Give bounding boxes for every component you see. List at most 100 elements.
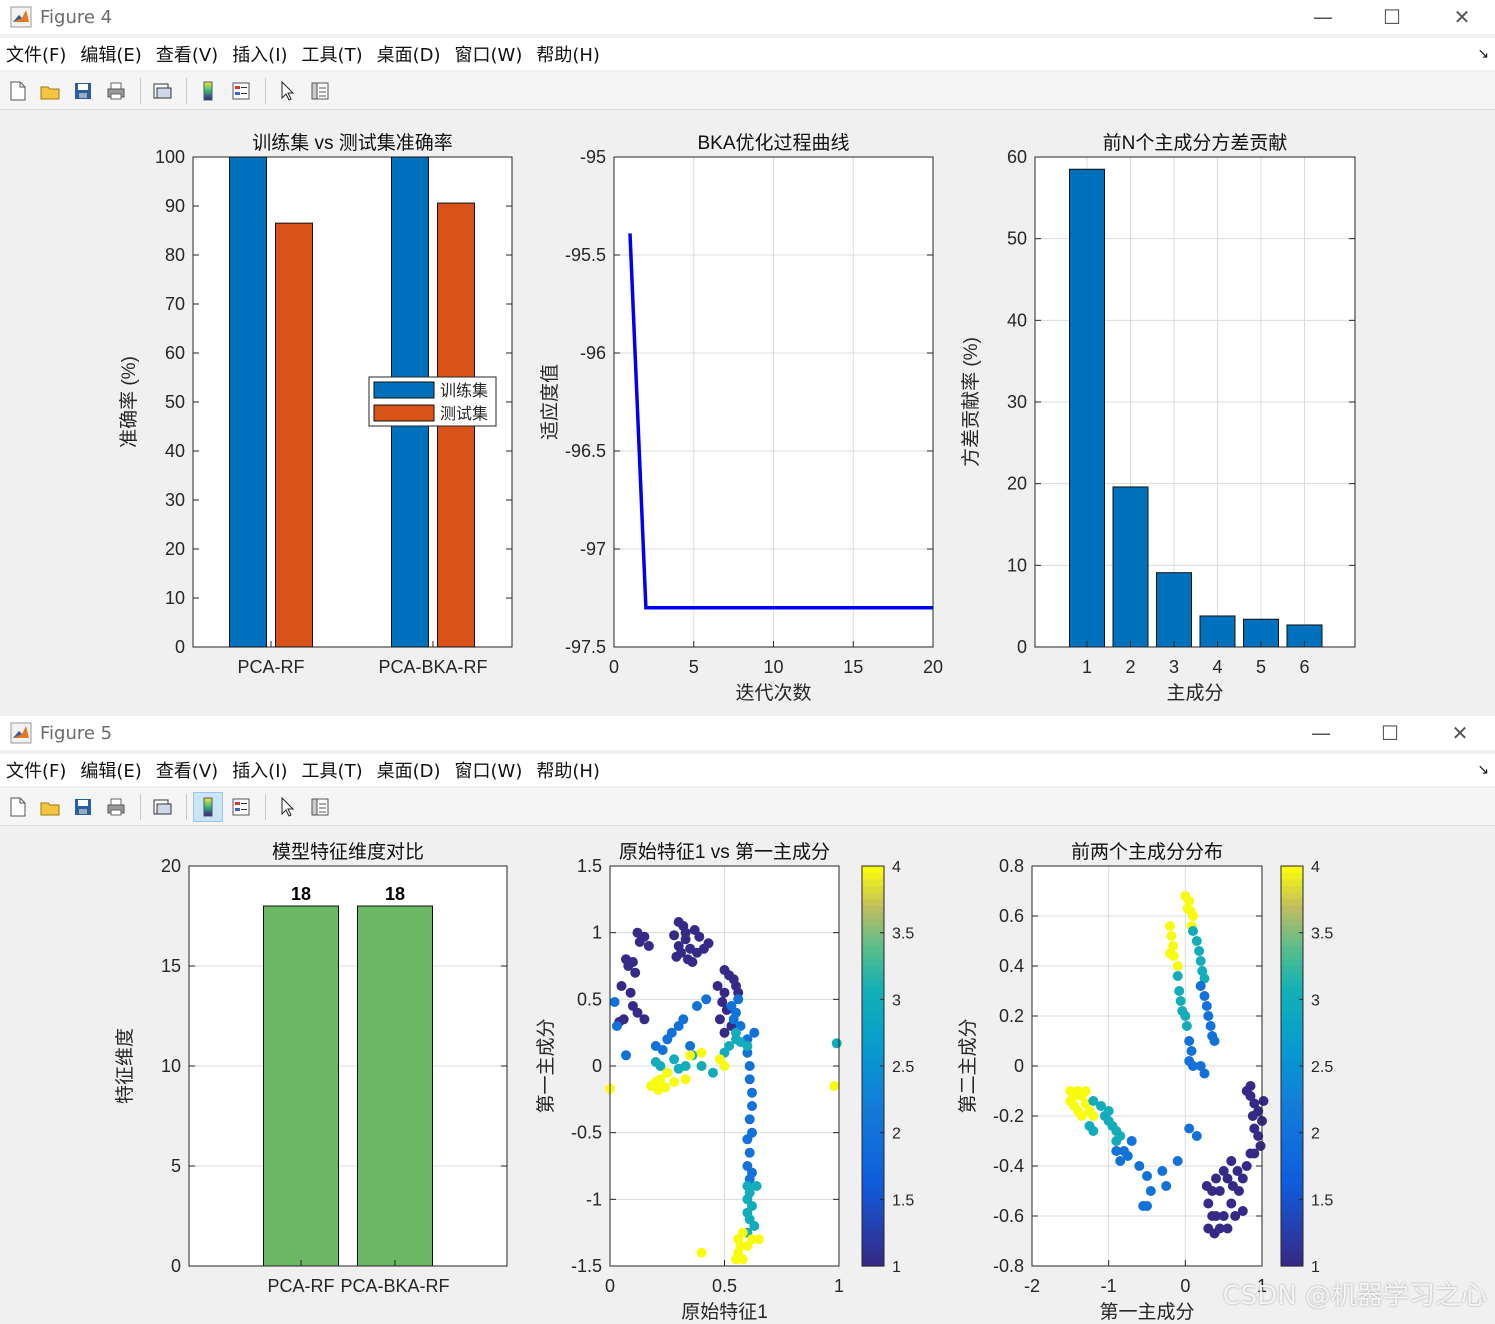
colorbar-tick-label: 1.5: [892, 1192, 914, 1209]
bar: [263, 905, 339, 1267]
new-file-button[interactable]: [2, 792, 32, 822]
menu-help[interactable]: 帮助(H): [530, 757, 608, 783]
property-inspector-button[interactable]: [305, 76, 335, 106]
scatter-point: [1199, 1068, 1210, 1079]
y-tick-label: 0.6: [999, 906, 1024, 926]
menu-file[interactable]: 文件(F): [0, 757, 74, 783]
menu-view[interactable]: 查看(V): [150, 757, 226, 783]
scatter-point: [1126, 1136, 1137, 1146]
y-axis-label: 第二主成分: [957, 1018, 979, 1113]
bar: [1156, 572, 1192, 648]
menu-tools[interactable]: 工具(T): [296, 41, 371, 67]
x-tick-label: 20: [923, 657, 943, 677]
scatter-point: [1201, 1181, 1212, 1191]
scatter-point: [1088, 1126, 1099, 1136]
minimize-button[interactable]: —: [1291, 0, 1355, 34]
close-button[interactable]: ✕: [1430, 0, 1494, 34]
data-label: 18: [385, 884, 405, 904]
minimize-button[interactable]: —: [1289, 716, 1353, 750]
scatter-point: [1080, 1086, 1091, 1096]
colorbar-segment: [862, 1099, 884, 1107]
menu-help[interactable]: 帮助(H): [530, 41, 608, 67]
colorbar-segment: [1281, 999, 1303, 1007]
y-axis-label: 特征维度: [114, 1028, 136, 1104]
colorbar-segment: [1281, 892, 1303, 900]
scatter-point: [737, 1227, 748, 1238]
colorbar-segment: [862, 1106, 884, 1114]
scatter-point: [678, 1014, 689, 1025]
colorbar-segment: [862, 1232, 884, 1240]
save-button[interactable]: [68, 792, 98, 822]
dock-arrow-icon[interactable]: ↘: [1477, 762, 1489, 778]
open-folder-button[interactable]: [35, 76, 65, 106]
maximize-button[interactable]: ☐: [1360, 0, 1424, 34]
title-bar[interactable]: Figure 5 — ☐ ✕: [0, 716, 1495, 750]
maximize-button[interactable]: ☐: [1358, 716, 1422, 750]
menu-window[interactable]: 窗口(W): [449, 757, 531, 783]
menu-desktop[interactable]: 桌面(D): [371, 757, 449, 783]
scatter-point: [621, 1050, 631, 1061]
y-tick-label: 0.2: [999, 1006, 1024, 1026]
property-inspector-button[interactable]: [305, 792, 335, 822]
menu-insert[interactable]: 插入(I): [226, 41, 295, 67]
pointer-button[interactable]: [272, 76, 302, 106]
dock-arrow-icon[interactable]: ↘: [1477, 46, 1489, 62]
scatter-point: [744, 1114, 755, 1125]
toolbar-separator: [140, 793, 141, 820]
new-file-button[interactable]: [2, 76, 32, 106]
y-tick-label: 80: [165, 245, 185, 265]
print-preview-button[interactable]: [147, 792, 177, 822]
scatter-point: [1218, 1211, 1229, 1221]
y-tick-label: 0.5: [577, 989, 602, 1009]
colorbar-tick-label: 3.5: [892, 926, 914, 943]
menu-desktop[interactable]: 桌面(D): [371, 41, 449, 67]
pointer-button[interactable]: [272, 792, 302, 822]
legend-icon: [232, 82, 250, 99]
property-inspector-icon: [311, 82, 329, 99]
x-tick-label: -2: [1024, 1276, 1040, 1296]
x-tick-label: -1: [1101, 1276, 1117, 1296]
title-bar[interactable]: Figure 4 — ☐ ✕: [0, 0, 1495, 34]
colorbar-segment: [1281, 1066, 1303, 1074]
colorbar-segment: [1281, 1199, 1303, 1207]
scatter-point: [1172, 961, 1183, 971]
scatter-point: [1195, 956, 1206, 966]
scatter-point: [1174, 986, 1185, 996]
menu-tools[interactable]: 工具(T): [296, 757, 371, 783]
menu-edit[interactable]: 编辑(E): [74, 41, 149, 67]
colorbar-segment: [862, 1212, 884, 1220]
print-preview-button[interactable]: [147, 76, 177, 106]
colorbar-segment: [1281, 1159, 1303, 1167]
menu-edit[interactable]: 编辑(E): [74, 757, 149, 783]
menu-insert[interactable]: 插入(I): [226, 757, 295, 783]
colorbar-segment: [862, 1139, 884, 1147]
colorbar-segment: [862, 886, 884, 894]
colorbar-tick-label: 2.5: [892, 1059, 914, 1076]
menu-file[interactable]: 文件(F): [0, 41, 74, 67]
y-tick-label: 100: [155, 147, 185, 167]
scatter-point: [1076, 1111, 1087, 1121]
print-button[interactable]: [101, 792, 131, 822]
new-file-icon: [10, 797, 26, 816]
save-button[interactable]: [68, 76, 98, 106]
colorbar-segment: [862, 972, 884, 980]
scatter-point: [1182, 903, 1193, 914]
colorbar-segment: [1281, 1252, 1303, 1260]
colorbar-button[interactable]: [193, 791, 223, 822]
menu-window[interactable]: 窗口(W): [449, 41, 531, 67]
legend-button[interactable]: [226, 792, 256, 822]
y-tick-label: 5: [171, 1156, 181, 1176]
x-tick-label: 0.5: [712, 1276, 737, 1296]
legend-swatch: [373, 404, 435, 422]
legend-button[interactable]: [226, 76, 256, 106]
menu-view[interactable]: 查看(V): [150, 41, 226, 67]
y-axis-label: 准确率 (%): [118, 356, 140, 448]
colorbar-button[interactable]: [193, 76, 223, 106]
print-button[interactable]: [101, 76, 131, 106]
open-folder-button[interactable]: [35, 792, 65, 822]
colorbar-segment: [1281, 1166, 1303, 1174]
scatter-point: [1207, 1211, 1218, 1221]
close-button[interactable]: ✕: [1428, 716, 1492, 750]
scatter-point: [1111, 1146, 1122, 1156]
chart-title: 原始特征1 vs 第一主成分: [619, 841, 830, 863]
